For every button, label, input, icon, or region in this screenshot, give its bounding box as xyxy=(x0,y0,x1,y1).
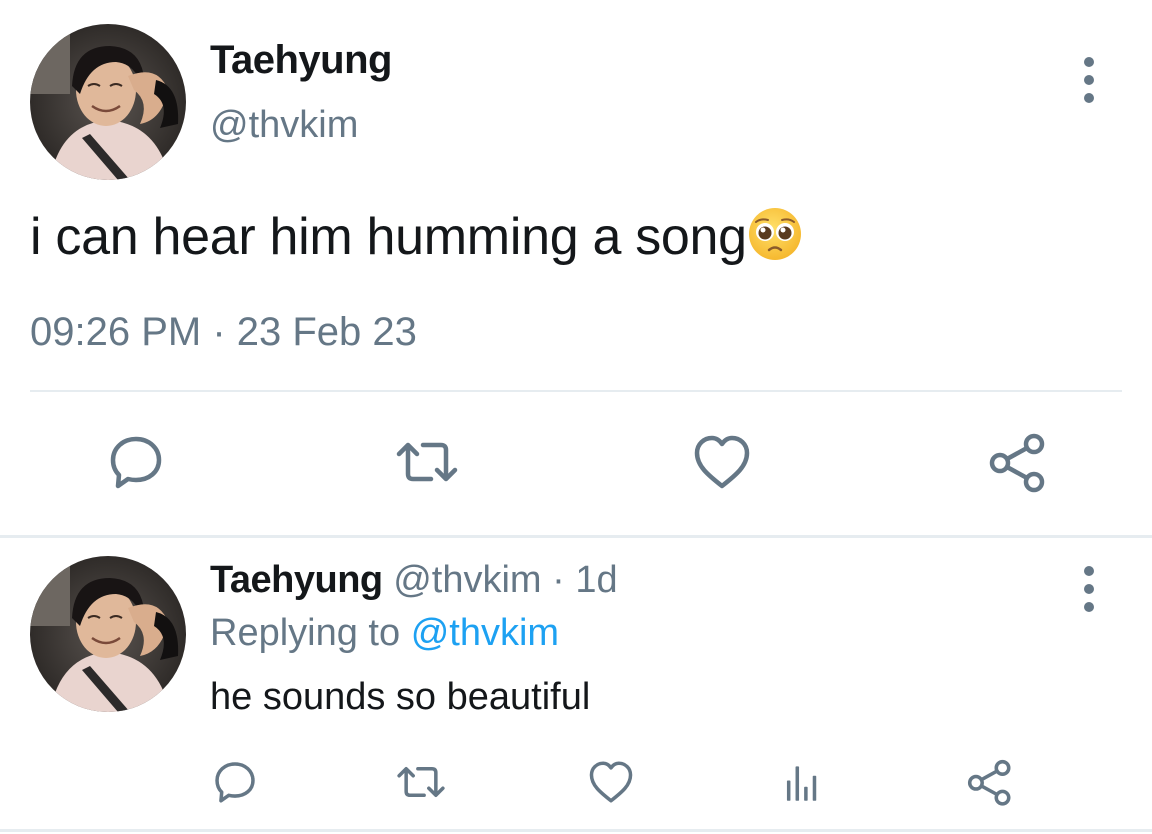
display-name[interactable]: Taehyung xyxy=(210,38,392,83)
reply-time[interactable]: 1d xyxy=(575,559,617,601)
retweet-icon[interactable] xyxy=(395,430,459,494)
share-icon[interactable] xyxy=(986,430,1050,494)
avatar[interactable] xyxy=(30,556,186,712)
avatar-photo xyxy=(30,24,186,180)
reply-icon[interactable] xyxy=(210,757,260,807)
bottom-divider xyxy=(0,829,1152,832)
tweet-detail-screen: Taehyung @thvkim i can hear him humming … xyxy=(0,0,1152,834)
avatar[interactable] xyxy=(30,24,186,180)
like-icon[interactable] xyxy=(586,757,636,807)
separator-dot: · xyxy=(552,559,565,601)
replying-to-mention[interactable]: @thvkim xyxy=(411,612,559,654)
tweet-text-content: i can hear him humming a song xyxy=(30,208,747,266)
retweet-icon[interactable] xyxy=(396,757,446,807)
pleading-face-emoji-icon xyxy=(748,208,801,260)
main-tweet: Taehyung @thvkim i can hear him humming … xyxy=(0,0,1152,536)
user-handle[interactable]: @thvkim xyxy=(210,104,358,147)
divider xyxy=(30,390,1122,392)
share-icon[interactable] xyxy=(965,757,1015,807)
tweet-separator xyxy=(0,535,1152,538)
analytics-icon[interactable] xyxy=(776,757,826,807)
tweet-timestamp[interactable]: 09:26 PM · 23 Feb 23 xyxy=(30,310,417,355)
more-options-icon[interactable] xyxy=(1077,57,1101,103)
display-name[interactable]: Taehyung xyxy=(210,559,383,601)
reply-text: he sounds so beautiful xyxy=(210,676,591,718)
more-options-icon[interactable] xyxy=(1077,566,1101,612)
reply-icon[interactable] xyxy=(104,430,168,494)
replying-to-line: Replying to @thvkim xyxy=(210,612,559,655)
tweet-text: i can hear him humming a song xyxy=(30,206,803,267)
user-handle[interactable]: @thvkim xyxy=(393,559,541,601)
like-icon[interactable] xyxy=(690,430,754,494)
replying-to-label: Replying to xyxy=(210,612,401,654)
reply-header: Taehyung @thvkim · 1d xyxy=(210,559,618,602)
avatar-photo xyxy=(30,556,186,712)
